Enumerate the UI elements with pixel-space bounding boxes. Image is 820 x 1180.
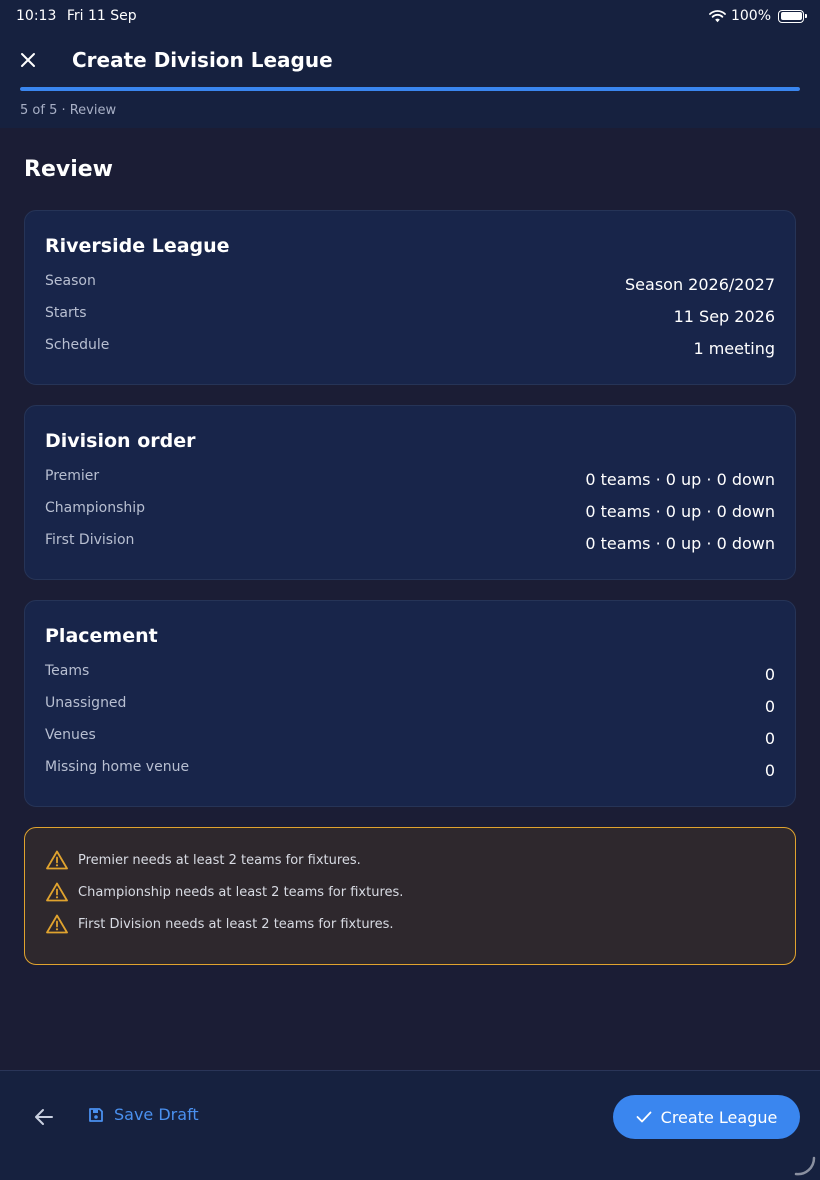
division-row-championship: Championship 0 teams · 0 up · 0 down	[45, 500, 775, 524]
row-label: Schedule	[45, 337, 110, 353]
card-title: Placement	[45, 625, 158, 647]
row-value: Season 2026/2027	[625, 275, 775, 294]
league-summary-card: Riverside League Season Season 2026/2027…	[24, 210, 796, 385]
warning-text: Championship needs at least 2 teams for …	[78, 884, 404, 900]
battery-percent: 100%	[730, 8, 771, 24]
row-value: 0	[764, 665, 775, 684]
app-header: 10:13 Fri 11 Sep 100% Create Division Le…	[0, 0, 820, 128]
resize-handle-icon	[794, 1156, 816, 1176]
row-label: Missing home venue	[45, 759, 190, 775]
warning-text: First Division needs at least 2 teams fo…	[78, 916, 394, 932]
progress-bar	[20, 87, 800, 91]
close-button[interactable]	[14, 46, 42, 74]
warning-triangle-icon	[45, 880, 69, 904]
row-label: Starts	[45, 305, 87, 321]
wifi-icon	[709, 9, 726, 22]
league-name: Riverside League	[45, 235, 230, 257]
status-bar: 10:13 Fri 11 Sep 100%	[0, 0, 820, 32]
step-label: 5 of 5 · Review	[20, 103, 117, 118]
arrow-left-icon	[35, 1109, 53, 1125]
close-icon	[21, 53, 35, 67]
division-row-premier: Premier 0 teams · 0 up · 0 down	[45, 468, 775, 492]
row-value: 0	[764, 729, 775, 748]
row-value: 0	[764, 697, 775, 716]
placement-card: Placement Teams 0 Unassigned 0 Venues 0 …	[24, 600, 796, 807]
row-value: 0 teams · 0 up · 0 down	[585, 502, 775, 521]
division-row-first-division: First Division 0 teams · 0 up · 0 down	[45, 532, 775, 556]
row-label: Venues	[45, 727, 96, 743]
status-clock: 10:13 Fri 11 Sep	[16, 8, 137, 24]
placement-row-venues: Venues 0	[45, 727, 775, 751]
row-value: 0 teams · 0 up · 0 down	[585, 470, 775, 489]
row-value: 1 meeting	[693, 339, 775, 358]
placement-row-unassigned: Unassigned 0	[45, 695, 775, 719]
division-order-card: Division order Premier 0 teams · 0 up · …	[24, 405, 796, 580]
warning-item: First Division needs at least 2 teams fo…	[45, 912, 394, 936]
progress-fill	[20, 87, 800, 91]
warning-item: Premier needs at least 2 teams for fixtu…	[45, 848, 361, 872]
save-draft-button[interactable]: Save Draft	[88, 1105, 199, 1124]
warning-item: Championship needs at least 2 teams for …	[45, 880, 403, 904]
status-time: 10:13	[16, 8, 57, 24]
placement-row-missing-home-venue: Missing home venue 0	[45, 759, 775, 783]
row-value: 0	[764, 761, 775, 780]
status-indicators: 100%	[709, 8, 807, 24]
summary-row-season: Season Season 2026/2027	[45, 273, 775, 297]
battery-icon	[778, 9, 807, 23]
card-title: Division order	[45, 430, 196, 452]
warning-text: Premier needs at least 2 teams for fixtu…	[78, 852, 361, 868]
summary-row-schedule: Schedule 1 meeting	[45, 337, 775, 361]
row-label: Teams	[45, 663, 90, 679]
check-icon	[636, 1111, 652, 1123]
bottom-action-bar: Save Draft Create League	[0, 1070, 820, 1180]
warning-triangle-icon	[45, 848, 69, 872]
save-draft-label: Save Draft	[114, 1105, 199, 1124]
page-title: Create Division League	[72, 48, 333, 72]
row-label: Unassigned	[45, 695, 127, 711]
warning-triangle-icon	[45, 912, 69, 936]
row-label: Season	[45, 273, 96, 289]
row-value: 11 Sep 2026	[673, 307, 775, 326]
floppy-disk-icon	[89, 1107, 103, 1122]
back-button[interactable]	[30, 1103, 58, 1131]
row-label: Premier	[45, 468, 100, 484]
section-heading: Review	[24, 157, 113, 182]
create-league-button[interactable]: Create League	[613, 1095, 800, 1139]
row-value: 0 teams · 0 up · 0 down	[585, 534, 775, 553]
row-label: Championship	[45, 500, 146, 516]
create-league-label: Create League	[660, 1107, 778, 1127]
status-date: Fri 11 Sep	[66, 8, 137, 24]
summary-row-starts: Starts 11 Sep 2026	[45, 305, 775, 329]
warnings-card: Premier needs at least 2 teams for fixtu…	[24, 827, 796, 965]
placement-row-teams: Teams 0	[45, 663, 775, 687]
row-label: First Division	[45, 532, 135, 548]
